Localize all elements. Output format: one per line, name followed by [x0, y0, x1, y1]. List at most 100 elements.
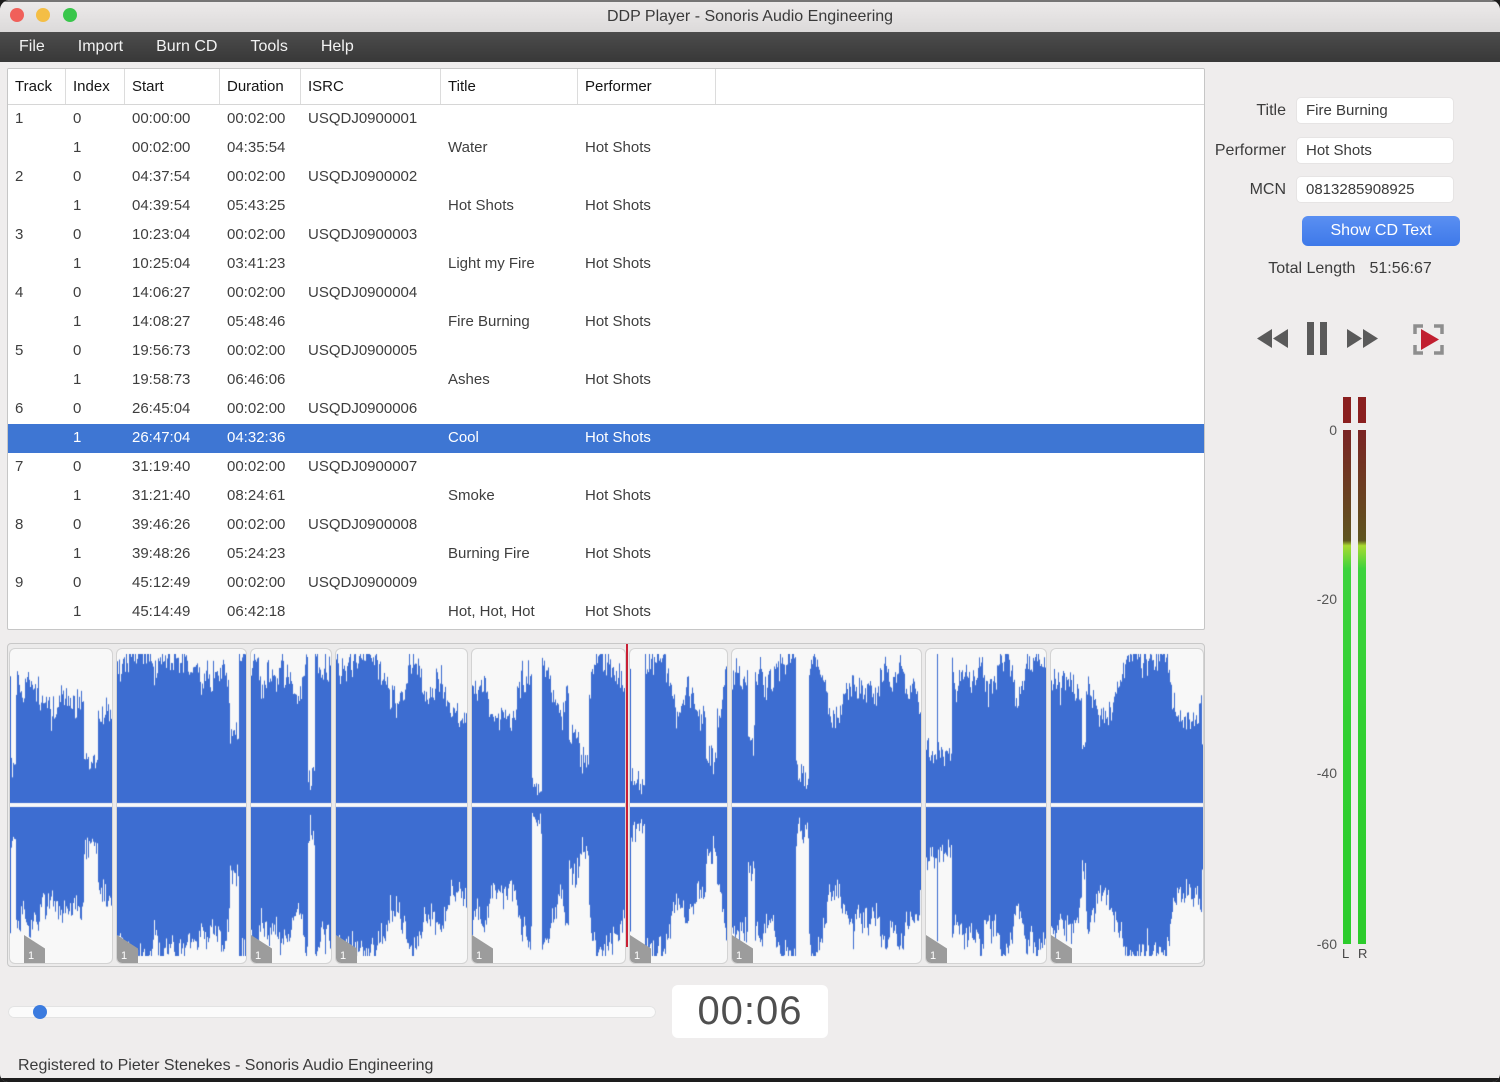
waveform-track-segment[interactable]: 1: [250, 648, 332, 964]
cell-start: 26:45:04: [132, 400, 191, 417]
table-row[interactable]: 1 19:58:73 06:46:06 Ashes Hot Shots: [8, 366, 1204, 395]
cell-start: 00:00:00: [132, 110, 191, 127]
meter-channel-left-label: L: [1342, 946, 1350, 961]
cd-title-row: Title: [1210, 97, 1462, 124]
cell-start: 19:58:73: [132, 371, 191, 388]
level-meter-right: [1358, 430, 1366, 944]
level-meter-left: [1343, 430, 1351, 944]
cell-filler: [716, 105, 1204, 134]
table-row[interactable]: 8 0 39:46:26 00:02:00 USQDJ0900008: [8, 511, 1204, 540]
meter-tick--60: -60: [1316, 936, 1337, 952]
table-row[interactable]: 1 31:21:40 08:24:61 Smoke Hot Shots: [8, 482, 1204, 511]
seek-slider-thumb[interactable]: [33, 1005, 47, 1019]
cell-track: 1: [15, 110, 24, 127]
waveform-canvas: [336, 649, 467, 963]
cell-isrc: [301, 366, 441, 395]
cell-track: [8, 540, 66, 569]
menu-help[interactable]: Help: [321, 38, 354, 56]
table-row[interactable]: 2 0 04:37:54 00:02:00 USQDJ0900002: [8, 163, 1204, 192]
cell-duration: 00:02:00: [227, 516, 286, 533]
table-row[interactable]: 1 14:08:27 05:48:46 Fire Burning Hot Shots: [8, 308, 1204, 337]
cell-isrc: USQDJ0900007: [308, 458, 418, 475]
column-header-index[interactable]: Index: [66, 69, 125, 104]
table-row[interactable]: 1 00:02:00 04:35:54 Water Hot Shots: [8, 134, 1204, 163]
column-header-title[interactable]: Title: [441, 69, 578, 104]
menu-import[interactable]: Import: [78, 38, 123, 56]
cell-index: 1: [73, 545, 82, 562]
cell-performer: [578, 569, 716, 598]
title-field[interactable]: [1296, 97, 1454, 124]
cell-performer: [578, 163, 716, 192]
table-row[interactable]: 7 0 31:19:40 00:02:00 USQDJ0900007: [8, 453, 1204, 482]
meter-tick--20: -20: [1316, 591, 1337, 607]
cell-track: 6: [15, 400, 24, 417]
menu-file[interactable]: File: [19, 38, 45, 56]
playhead-cursor[interactable]: [626, 644, 628, 947]
mcn-field[interactable]: [1296, 176, 1454, 203]
window-bottom-edge: [0, 1078, 1500, 1082]
table-row[interactable]: 9 0 45:12:49 00:02:00 USQDJ0900009: [8, 569, 1204, 598]
table-row[interactable]: 3 0 10:23:04 00:02:00 USQDJ0900003: [8, 221, 1204, 250]
waveform-track-segment[interactable]: 1: [1050, 648, 1204, 964]
table-row[interactable]: 1 39:48:26 05:24:23 Burning Fire Hot Shots: [8, 540, 1204, 569]
fast-forward-button[interactable]: [1346, 329, 1379, 353]
column-header-track[interactable]: Track: [8, 69, 66, 104]
table-row[interactable]: 1 26:47:04 04:32:36 Cool Hot Shots: [8, 424, 1204, 453]
show-cd-text-button[interactable]: Show CD Text: [1302, 216, 1460, 246]
play-to-marker-button[interactable]: [1410, 321, 1447, 363]
track-marker-index: 1: [930, 950, 937, 962]
waveform-track-segment[interactable]: 1: [629, 648, 728, 964]
table-row[interactable]: 6 0 26:45:04 00:02:00 USQDJ0900006: [8, 395, 1204, 424]
waveform-canvas: [732, 649, 921, 963]
waveform-track-segment[interactable]: 1: [9, 648, 113, 964]
menu-tools[interactable]: Tools: [250, 38, 287, 56]
table-row[interactable]: 1 45:14:49 06:42:18 Hot, Hot, Hot Hot Shots: [8, 598, 1204, 627]
cell-duration: 00:02:00: [227, 284, 286, 301]
cell-filler: [716, 337, 1204, 366]
track-marker-index: 1: [476, 950, 483, 962]
cell-duration: 05:43:25: [227, 197, 286, 214]
meter-channel-right-label: R: [1358, 946, 1368, 961]
rewind-button[interactable]: [1256, 329, 1289, 353]
track-marker-index: 1: [634, 950, 641, 962]
cell-start: 04:37:54: [132, 168, 191, 185]
column-header-isrc[interactable]: ISRC: [301, 69, 441, 104]
cell-duration: 05:24:23: [227, 545, 286, 562]
cell-isrc: [301, 598, 441, 627]
waveform-track-segment[interactable]: 1: [335, 648, 468, 964]
cell-duration: 00:02:00: [227, 226, 286, 243]
cell-title: Hot Shots: [448, 197, 514, 214]
column-header-start[interactable]: Start: [125, 69, 220, 104]
table-row[interactable]: 1 10:25:04 03:41:23 Light my Fire Hot Shots: [8, 250, 1204, 279]
table-row[interactable]: 5 0 19:56:73 00:02:00 USQDJ0900005: [8, 337, 1204, 366]
cell-duration: 06:42:18: [227, 603, 286, 620]
waveform-track-segment[interactable]: 1: [471, 648, 626, 964]
column-header-duration[interactable]: Duration: [220, 69, 301, 104]
table-row[interactable]: 1 04:39:54 05:43:25 Hot Shots Hot Shots: [8, 192, 1204, 221]
cell-start: 39:46:26: [132, 516, 191, 533]
waveform-track-segment[interactable]: 1: [116, 648, 247, 964]
seek-slider-track[interactable]: [8, 1006, 656, 1018]
menu-burn-cd[interactable]: Burn CD: [156, 38, 217, 56]
table-row[interactable]: 4 0 14:06:27 00:02:00 USQDJ0900004: [8, 279, 1204, 308]
cell-duration: 04:32:36: [227, 429, 286, 446]
waveform-track-segment[interactable]: 1: [925, 648, 1047, 964]
waveform-track-segment[interactable]: 1: [731, 648, 922, 964]
cell-title: [441, 337, 578, 366]
track-marker-index: 1: [255, 950, 262, 962]
column-header-performer[interactable]: Performer: [578, 69, 716, 104]
table-row[interactable]: 1 0 00:00:00 00:02:00 USQDJ0900001: [8, 105, 1204, 134]
cell-index: 1: [73, 371, 82, 388]
waveform-panel[interactable]: 1 1 1 1 1 1 1 1 1: [7, 643, 1205, 967]
cell-start: 14:06:27: [132, 284, 191, 301]
pause-button[interactable]: [1305, 322, 1330, 360]
cell-track: [8, 192, 66, 221]
cell-track: [8, 424, 66, 453]
cell-filler: [716, 511, 1204, 540]
menu-bar: File Import Burn CD Tools Help: [0, 32, 1500, 62]
cell-index: 1: [73, 429, 82, 446]
waveform-canvas: [630, 649, 727, 963]
meter-tick-0: 0: [1329, 422, 1337, 438]
performer-field[interactable]: [1296, 137, 1454, 164]
cell-track: [8, 366, 66, 395]
